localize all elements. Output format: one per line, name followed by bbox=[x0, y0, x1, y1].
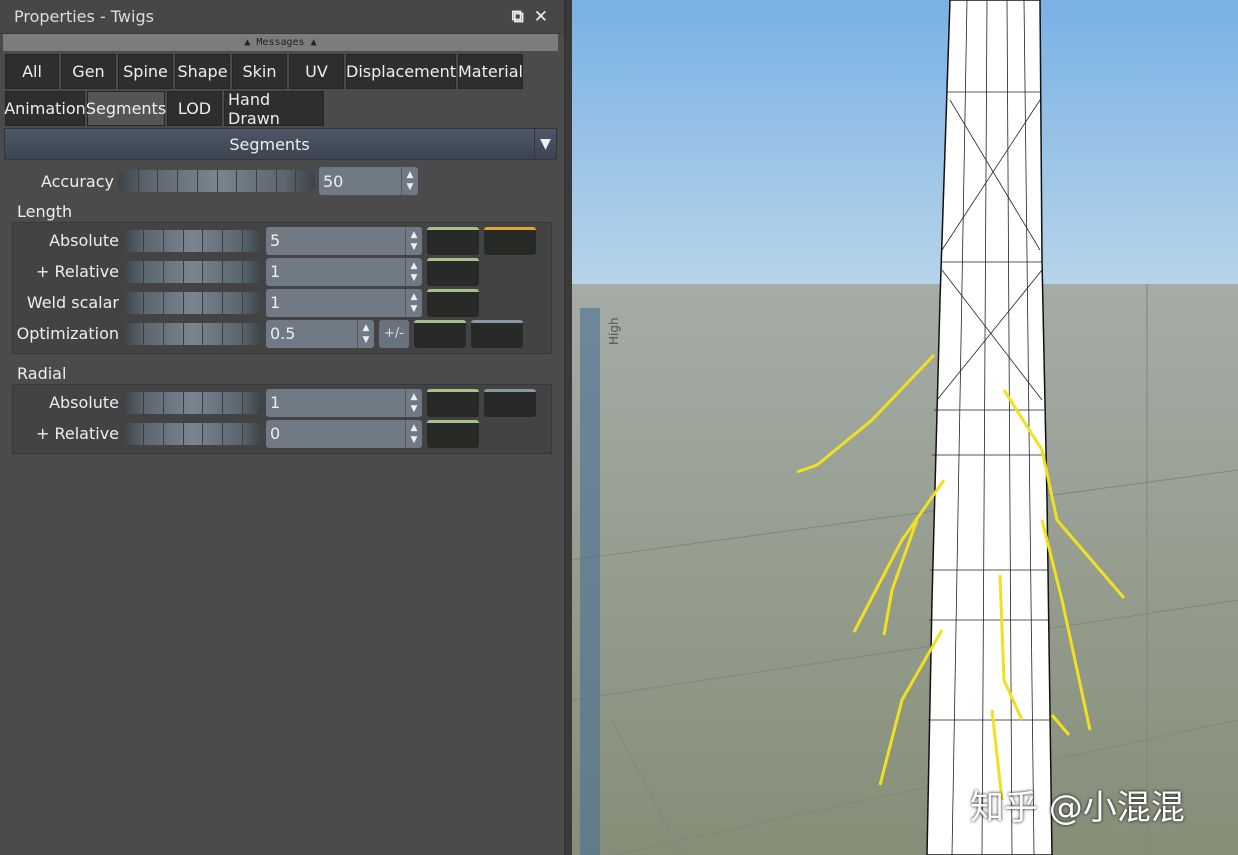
field-row: + Relative 1 ▲ ▼ bbox=[13, 256, 551, 287]
field-row: Absolute 5 ▲ ▼ bbox=[13, 225, 551, 256]
close-icon[interactable]: ✕ bbox=[534, 7, 548, 27]
tab-displacement[interactable]: Displacement bbox=[346, 54, 456, 89]
field-label: Optimization bbox=[16, 324, 119, 343]
field-row: Optimization 0.5 ▲ ▼ +/- bbox=[13, 318, 551, 349]
messages-label: Messages bbox=[256, 37, 305, 48]
restore-icon[interactable]: ⧉ bbox=[512, 7, 524, 27]
field-label: + Relative bbox=[35, 424, 119, 443]
field-input[interactable]: 1 ▲ ▼ bbox=[266, 288, 422, 317]
section-title: Segments bbox=[229, 134, 310, 154]
spin-arrows-icon[interactable]: ▲ ▼ bbox=[405, 419, 422, 448]
watermark: 知乎 @小混混 bbox=[970, 788, 1185, 828]
spin-arrows-icon[interactable]: ▲ ▼ bbox=[357, 319, 374, 348]
panel-title: Properties - Twigs bbox=[14, 7, 154, 26]
field-value: 1 bbox=[270, 393, 281, 412]
curve-button[interactable] bbox=[427, 226, 479, 255]
tab-animation[interactable]: Animation bbox=[4, 91, 86, 126]
tab-gen[interactable]: Gen bbox=[61, 54, 116, 89]
tab-material[interactable]: Material bbox=[458, 54, 523, 89]
properties-panel: Properties - Twigs ⧉ ✕ ▲ Messages ▲ All Ge… bbox=[0, 0, 566, 855]
field-row: Weld scalar 1 ▲ ▼ bbox=[13, 287, 551, 318]
ground bbox=[572, 284, 1238, 855]
tab-hand-drawn[interactable]: Hand Drawn bbox=[224, 90, 324, 128]
field-value: 1 bbox=[270, 262, 281, 281]
field-row: Absolute 1 ▲ ▼ bbox=[13, 387, 551, 418]
radial-group-title: Radial bbox=[17, 364, 67, 383]
field-value: 0.5 bbox=[270, 324, 296, 343]
field-slider[interactable] bbox=[123, 322, 262, 345]
field-value: 5 bbox=[270, 231, 281, 250]
tab-lod[interactable]: LOD bbox=[167, 91, 222, 126]
field-slider[interactable] bbox=[123, 291, 262, 314]
field-label: + Relative bbox=[35, 262, 119, 281]
messages-bar[interactable]: ▲ Messages ▲ bbox=[3, 34, 558, 51]
field-slider[interactable] bbox=[123, 391, 262, 414]
field-input[interactable]: 1 ▲ ▼ bbox=[266, 388, 422, 417]
field-slider[interactable] bbox=[123, 229, 262, 252]
tab-spine[interactable]: Spine bbox=[118, 54, 173, 89]
curve-button[interactable] bbox=[427, 288, 479, 317]
length-group: Absolute 5 ▲ ▼ + Relative 1 ▲ ▼ Weld scalar … bbox=[12, 222, 552, 354]
field-input[interactable]: 1 ▲ ▼ bbox=[266, 257, 422, 286]
trunk bbox=[926, 0, 1053, 855]
accuracy-value: 50 bbox=[323, 171, 344, 191]
axis-label-high: High bbox=[607, 317, 621, 345]
spin-arrows-icon[interactable]: ▲ ▼ bbox=[405, 388, 422, 417]
field-label: Weld scalar bbox=[26, 293, 119, 312]
curve-button[interactable] bbox=[484, 226, 536, 255]
field-input[interactable]: 5 ▲ ▼ bbox=[266, 226, 422, 255]
field-input[interactable]: 0 ▲ ▼ bbox=[266, 419, 422, 448]
radial-group: Absolute 1 ▲ ▼ + Relative 0 ▲ ▼ bbox=[12, 384, 552, 454]
tab-shape[interactable]: Shape bbox=[175, 54, 230, 89]
curve-button[interactable] bbox=[427, 257, 479, 286]
spin-arrows-icon[interactable]: ▲ ▼ bbox=[401, 167, 418, 195]
accuracy-label: Accuracy bbox=[40, 171, 114, 191]
dropdown-arrow-icon[interactable]: ▼ bbox=[534, 129, 556, 159]
field-slider[interactable] bbox=[123, 422, 262, 445]
viewport-scene bbox=[572, 0, 1238, 855]
field-slider[interactable] bbox=[123, 260, 262, 283]
spin-arrows-icon[interactable]: ▲ ▼ bbox=[405, 226, 422, 255]
3d-viewport[interactable]: High 知乎 @小混混 bbox=[572, 0, 1238, 855]
field-value: 1 bbox=[270, 293, 281, 312]
section-header-segments[interactable]: Segments ▼ bbox=[4, 128, 557, 160]
field-row: + Relative 0 ▲ ▼ bbox=[13, 418, 551, 449]
length-group-title: Length bbox=[17, 202, 73, 221]
panel-titlebar: Properties - Twigs ⧉ ✕ bbox=[0, 0, 564, 34]
tab-segments[interactable]: Segments bbox=[86, 91, 166, 126]
sky bbox=[572, 0, 1238, 284]
plus-minus-button[interactable]: +/- bbox=[379, 319, 409, 348]
tab-uv[interactable]: UV bbox=[289, 54, 344, 89]
accuracy-slider[interactable] bbox=[118, 170, 315, 192]
tab-skin[interactable]: Skin bbox=[232, 54, 287, 89]
curve-button[interactable] bbox=[414, 319, 466, 348]
spin-arrows-icon[interactable]: ▲ ▼ bbox=[405, 288, 422, 317]
field-label: Absolute bbox=[49, 393, 119, 412]
spin-arrows-icon[interactable]: ▲ ▼ bbox=[405, 257, 422, 286]
accuracy-input[interactable]: 50 ▲ ▼ bbox=[319, 167, 418, 195]
field-label: Absolute bbox=[49, 231, 119, 250]
tab-all[interactable]: All bbox=[5, 54, 59, 89]
curve-button[interactable] bbox=[471, 319, 523, 348]
field-input[interactable]: 0.5 ▲ ▼ bbox=[266, 319, 374, 348]
height-ruler bbox=[580, 308, 600, 855]
field-value: 0 bbox=[270, 424, 281, 443]
curve-button[interactable] bbox=[484, 388, 536, 417]
curve-button[interactable] bbox=[427, 388, 479, 417]
curve-button[interactable] bbox=[427, 419, 479, 448]
